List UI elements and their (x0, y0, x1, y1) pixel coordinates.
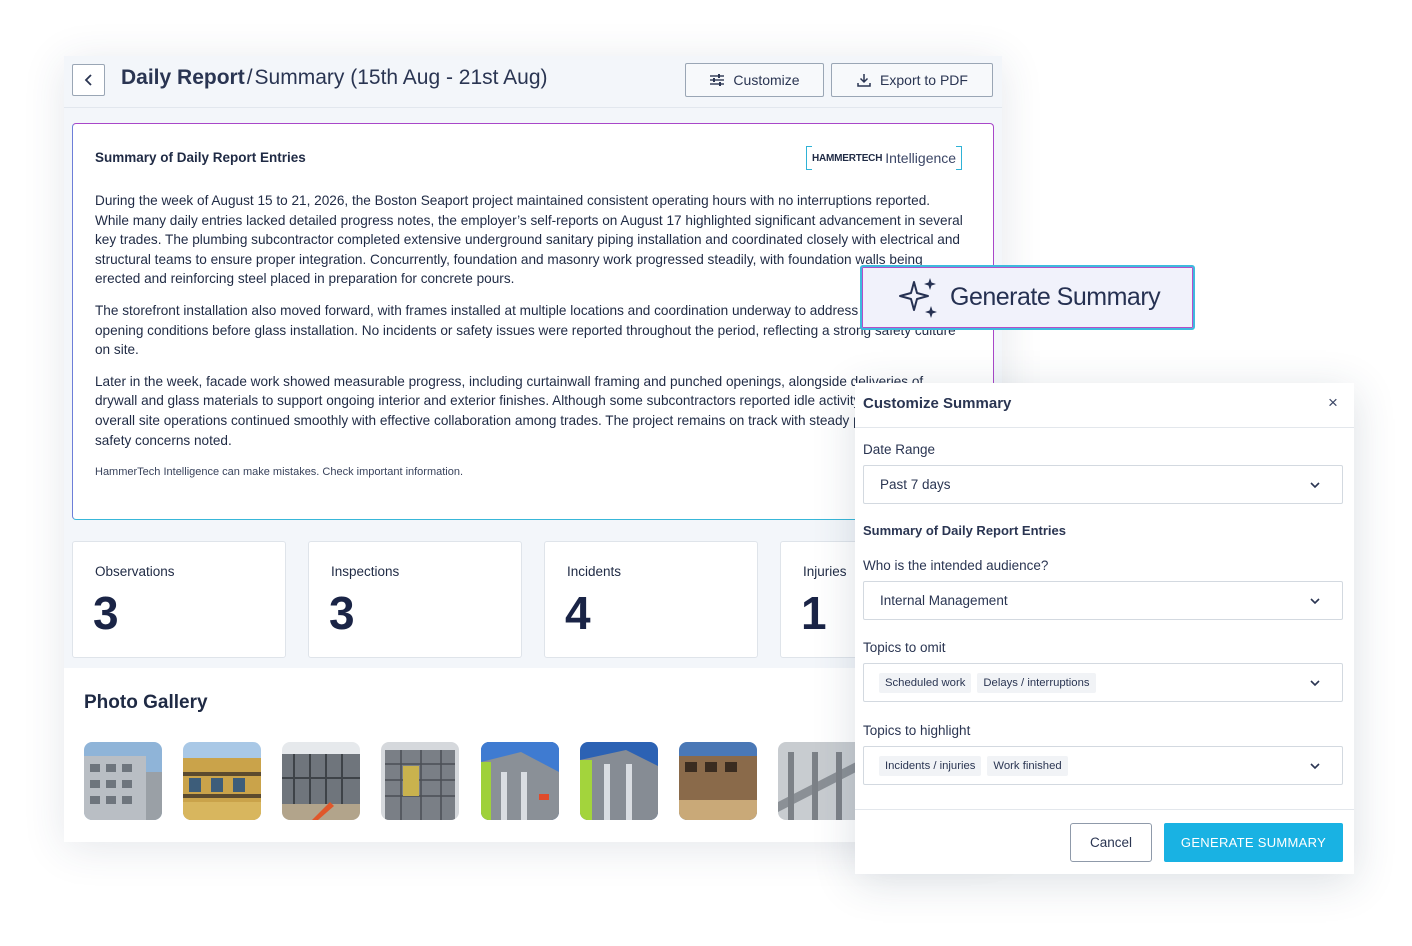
brand-bold: HAMMERTECH (812, 152, 883, 164)
cancel-button[interactable]: Cancel (1070, 823, 1152, 862)
header-divider (64, 107, 1002, 108)
gallery-photo[interactable] (183, 742, 261, 820)
ai-disclaimer: HammerTech Intelligence can make mistake… (95, 466, 464, 478)
stat-value: 4 (565, 587, 591, 639)
sparkle-icon (899, 277, 937, 318)
stat-card-incidents[interactable]: Incidents 4 (544, 541, 758, 658)
topics-omit-select[interactable]: Scheduled work Delays / interruptions (863, 663, 1343, 702)
generate-summary-badge[interactable]: Generate Summary (860, 265, 1195, 330)
panel-footer-divider (855, 809, 1354, 810)
report-header: Daily Report/Summary (15th Aug - 21st Au… (64, 56, 1002, 108)
section-heading: Summary of Daily Report Entries (863, 523, 1066, 538)
audience-value: Internal Management (880, 593, 1008, 608)
panel-title: Customize Summary (863, 395, 1012, 412)
omit-label: Topics to omit (863, 640, 946, 655)
gallery-photo[interactable] (580, 742, 658, 820)
export-label: Export to PDF (880, 72, 968, 88)
stat-value: 1 (801, 587, 827, 639)
highlight-chip[interactable]: Incidents / injuries (879, 755, 982, 776)
chevron-down-icon (1310, 680, 1320, 687)
panel-divider (855, 427, 1354, 428)
stat-label: Inspections (331, 564, 400, 579)
stat-label: Incidents (567, 564, 622, 579)
omit-chip[interactable]: Scheduled work (879, 672, 972, 693)
gallery-photo[interactable] (778, 742, 856, 820)
summary-paragraph: Later in the week, facade work showed me… (95, 373, 961, 448)
sliders-icon (710, 74, 725, 86)
breadcrumb-daily-report[interactable]: Daily Report (121, 66, 245, 89)
stat-value: 3 (93, 587, 119, 639)
brand-light: Intelligence (885, 150, 957, 166)
topics-highlight-select[interactable]: Incidents / injuries Work finished (863, 746, 1343, 785)
omit-chip[interactable]: Delays / interruptions (977, 672, 1096, 693)
gallery-photo[interactable] (679, 742, 757, 820)
summary-text: During the week of August 15 to 21, 2026… (95, 191, 965, 462)
stat-card-inspections[interactable]: Inspections 3 (308, 541, 522, 658)
stat-label: Injuries (803, 564, 847, 579)
generate-summary-label: Generate Summary (950, 283, 1161, 311)
breadcrumb-summary: Summary (15th Aug - 21st Aug) (254, 66, 548, 89)
customize-label: Customize (733, 72, 800, 88)
date-range-label: Date Range (863, 442, 936, 457)
chevron-down-icon (1310, 763, 1320, 770)
export-pdf-button[interactable]: Export to PDF (831, 63, 993, 97)
audience-label: Who is the intended audience? (863, 558, 1049, 573)
highlight-label: Topics to highlight (863, 723, 971, 738)
download-icon (857, 74, 871, 87)
gallery-photo[interactable] (282, 742, 360, 820)
stat-card-observations[interactable]: Observations 3 (72, 541, 286, 658)
photo-gallery-title: Photo Gallery (84, 692, 208, 713)
summary-paragraph: During the week of August 15 to 21, 2026… (95, 193, 963, 287)
chevron-left-icon (84, 74, 92, 86)
stat-value: 3 (329, 587, 355, 639)
gallery-photo[interactable] (84, 742, 162, 820)
stat-label: Observations (95, 564, 175, 579)
hammertech-intelligence-logo: HAMMERTECH Intelligence (806, 146, 963, 170)
page-title: Daily Report/Summary (15th Aug - 21st Au… (121, 66, 548, 90)
date-range-select[interactable]: Past 7 days (863, 465, 1343, 504)
audience-select[interactable]: Internal Management (863, 581, 1343, 620)
gallery-photo[interactable] (481, 742, 559, 820)
back-button[interactable] (72, 64, 105, 96)
customize-button[interactable]: Customize (685, 63, 824, 97)
summary-paragraph: The storefront installation also moved f… (95, 302, 956, 358)
gallery-photo[interactable] (381, 742, 459, 820)
generate-summary-button[interactable]: GENERATE SUMMARY (1164, 823, 1343, 862)
highlight-chip[interactable]: Work finished (987, 755, 1068, 776)
chevron-down-icon (1310, 598, 1320, 605)
customize-summary-panel: Customize Summary × Date Range Past 7 da… (855, 383, 1354, 874)
close-icon[interactable]: × (1328, 393, 1338, 413)
breadcrumb-separator: / (246, 66, 253, 89)
summary-card-title: Summary of Daily Report Entries (95, 150, 306, 165)
date-range-value: Past 7 days (880, 477, 951, 492)
chevron-down-icon (1310, 482, 1320, 489)
